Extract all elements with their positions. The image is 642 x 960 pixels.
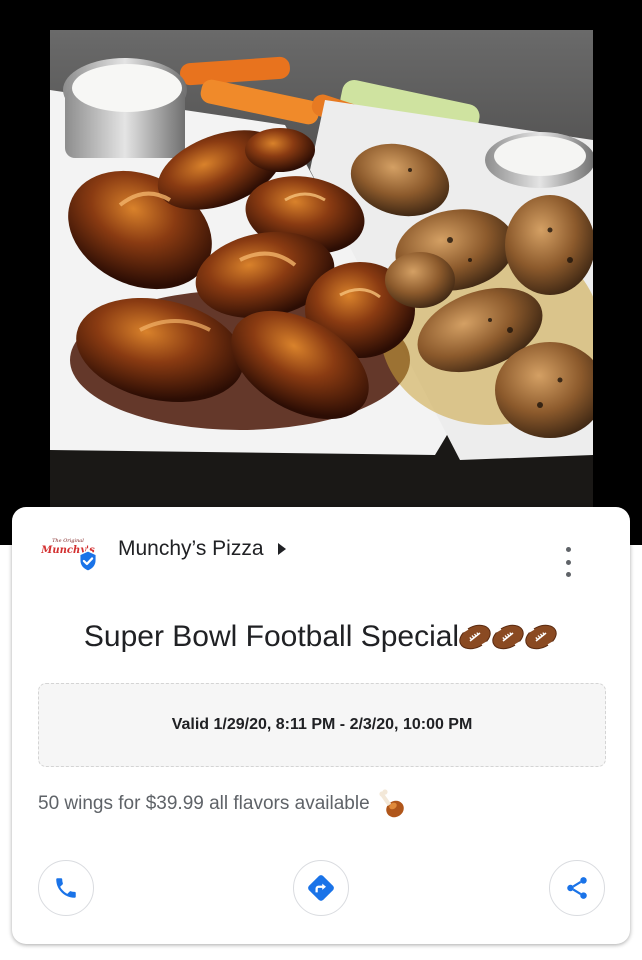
directions-icon [308, 875, 334, 901]
business-name-link[interactable]: Munchy’s Pizza [118, 537, 286, 561]
poultry-leg-icon [379, 789, 404, 818]
svg-text:The Original: The Original [52, 538, 84, 544]
share-icon [567, 877, 587, 899]
post-photo[interactable] [50, 30, 593, 510]
post-card: The Original Munchy's Munchy’s Pizza Sup… [12, 507, 630, 944]
post-title-row: Super Bowl Football Special [12, 620, 630, 654]
validity-text: Valid 1/29/20, 8:11 PM - 2/3/20, 10:00 P… [171, 716, 473, 733]
call-button[interactable] [38, 860, 94, 916]
business-name: Munchy’s Pizza [118, 537, 264, 560]
verified-badge-icon [79, 550, 97, 572]
post-description: 50 wings for $39.99 all flavors availabl… [38, 793, 370, 814]
football-icon [525, 624, 557, 650]
share-button[interactable] [549, 860, 605, 916]
more-vert-icon [565, 547, 571, 552]
post-title: Super Bowl Football Special [83, 620, 460, 653]
validity-box: Valid 1/29/20, 8:11 PM - 2/3/20, 10:00 P… [38, 683, 606, 767]
phone-icon [56, 878, 76, 898]
football-icon [492, 624, 524, 650]
chevron-right-icon [277, 543, 286, 555]
directions-button[interactable] [293, 860, 349, 916]
wings-image [50, 30, 593, 510]
football-icon [459, 624, 491, 650]
more-options-button[interactable] [560, 547, 576, 577]
post-description-row: 50 wings for $39.99 all flavors availabl… [38, 789, 406, 819]
